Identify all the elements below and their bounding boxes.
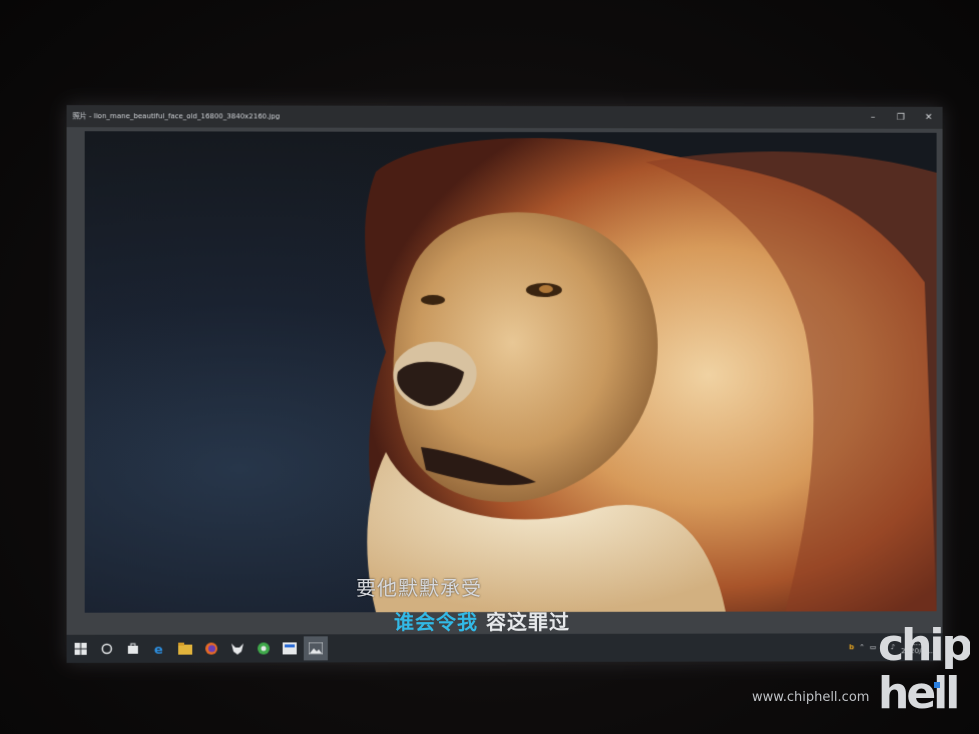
bing-icon[interactable]: b [849,643,854,651]
photo-viewer[interactable] [84,131,937,613]
title-bar: 照片 - lion_mane_beautiful_face_old_16800_… [66,105,943,129]
photos-icon[interactable] [303,636,328,661]
taskbar: e b ⌃ ▭ ⌂ ♪ 2:... 2020/4/... [66,633,943,663]
file-explorer-icon[interactable] [173,637,197,661]
app-fox-icon[interactable] [225,636,249,660]
firefox-icon[interactable] [199,637,223,661]
svg-text:chip: chip [878,620,970,671]
chevron-up-icon[interactable]: ⌃ [859,643,865,651]
close-button[interactable]: ✕ [915,107,943,129]
window-title: 照片 - lion_mane_beautiful_face_old_16800_… [72,112,280,121]
cortana-icon[interactable] [95,637,119,661]
calculator-icon[interactable] [278,636,302,660]
monitor-screen: 照片 - lion_mane_beautiful_face_old_16800_… [66,105,943,663]
windows-start-icon[interactable] [69,637,93,661]
lyric-highlight: 谁会令我 [394,610,478,634]
chiphell-logo: chip hell [878,620,970,716]
maximize-button[interactable]: ❐ [887,107,915,129]
lyric-line-1: 要他默默承受 [356,576,482,600]
watermark-url: www.chiphell.com [752,690,870,705]
lion-photo [364,137,937,613]
svg-text:hell: hell [878,668,957,716]
edge-icon[interactable]: e [147,637,171,661]
store-icon[interactable] [121,637,145,661]
svg-text:e: e [154,643,163,656]
lyric-rest: 容这罪过 [478,610,570,634]
browser-icon[interactable] [252,636,276,660]
lyric-line-2: 谁会令我 容这罪过 [394,606,570,635]
minimize-button[interactable]: – [859,107,887,129]
